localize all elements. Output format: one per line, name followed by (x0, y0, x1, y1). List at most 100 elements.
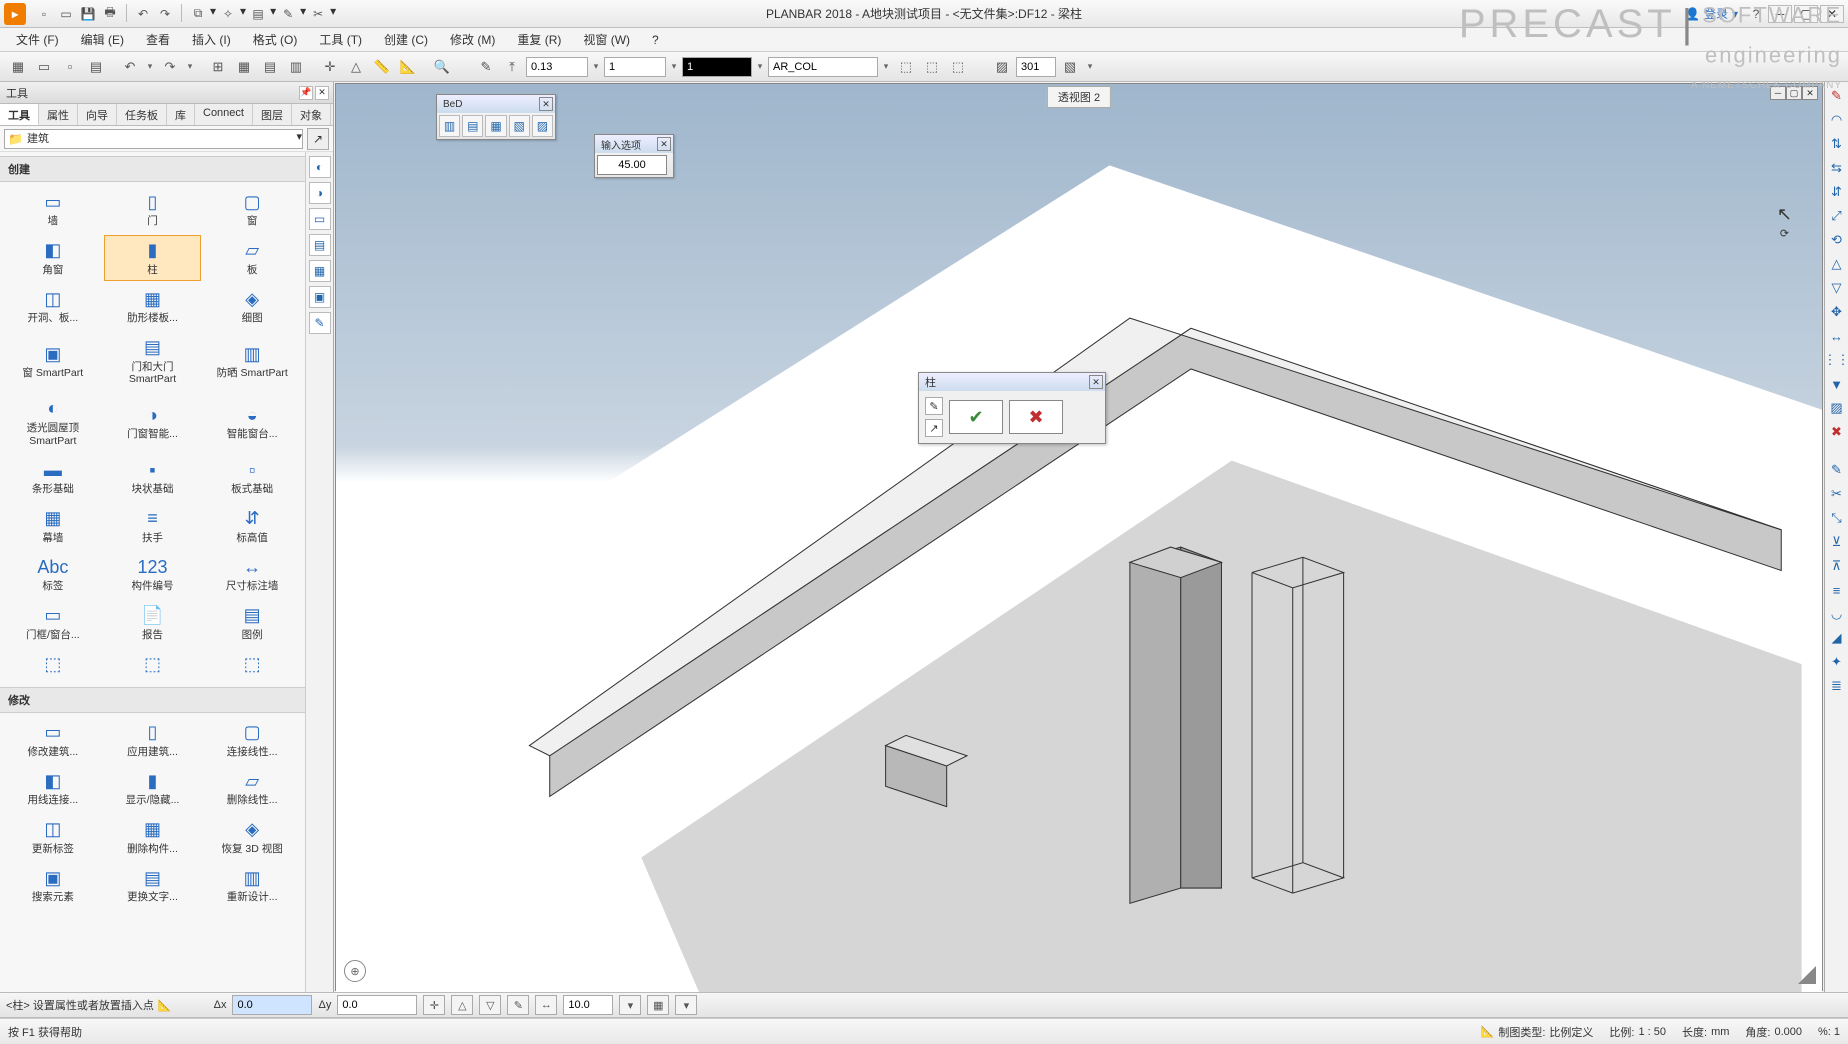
column-dialog-close-icon[interactable]: ✕ (1089, 375, 1103, 389)
qat-paste-icon[interactable]: ✧ (218, 4, 238, 24)
tool-报告[interactable]: 📄报告 (104, 600, 202, 647)
tb-zoom-icon[interactable]: 🔍 (430, 56, 454, 78)
column-dialog-title[interactable]: 柱 ✕ (919, 373, 1105, 391)
qat-dd5[interactable]: ▾ (330, 4, 336, 24)
tb-ruler-icon[interactable]: 📏 (370, 56, 394, 78)
tool-应用建筑...[interactable]: ▯应用建筑... (104, 717, 202, 764)
tb-layerctl3-icon[interactable]: ⬚ (946, 56, 970, 78)
tb-eyedrop-icon[interactable]: ⤒ (500, 56, 524, 78)
tool-细图[interactable]: ◈细图 (203, 283, 301, 330)
bed-btn-4[interactable]: ▧ (509, 115, 530, 137)
menu-tools[interactable]: 工具 (T) (309, 28, 372, 51)
rt-rot-icon[interactable]: ⟲ (1827, 230, 1847, 250)
status-scale[interactable]: 比例: 1 : 50 (1609, 1024, 1666, 1040)
login-button[interactable]: 👤 登录 ▾ (1679, 5, 1744, 22)
tool-开洞、板...[interactable]: ◫开洞、板... (4, 283, 102, 330)
tool-防晒 SmartPart[interactable]: ▥防晒 SmartPart (203, 332, 301, 391)
tool-肋形楼板...[interactable]: ▦肋形楼板... (104, 283, 202, 330)
vp-min-icon[interactable]: ─ (1770, 86, 1786, 100)
menu-create[interactable]: 创建 (C) (374, 28, 438, 51)
tb-undo-dd[interactable]: ▾ (144, 56, 156, 78)
tool-修改建筑...[interactable]: ▭修改建筑... (4, 717, 102, 764)
rt-offset-icon[interactable]: ≡ (1827, 580, 1847, 600)
rt-arc-icon[interactable]: ◠ (1827, 110, 1847, 130)
rt-array-icon[interactable]: ⋮⋮ (1827, 350, 1847, 370)
tb-close-icon[interactable]: ▫ (58, 56, 82, 78)
tb-pen-icon[interactable]: ✎ (474, 56, 498, 78)
color-dd[interactable]: ▾ (754, 56, 766, 78)
tb-undo2-icon[interactable]: ↶ (118, 56, 142, 78)
menu-window[interactable]: 视窗 (W) (573, 28, 640, 51)
tool-标签[interactable]: Abc标签 (4, 551, 102, 598)
qat-copy-icon[interactable]: ⧉ (188, 4, 208, 24)
qat-filter-icon[interactable]: ✎ (278, 4, 298, 24)
tool-连接线性...[interactable]: ▢连接线性... (203, 717, 301, 764)
tool-门框/窗台...[interactable]: ▭门框/窗台... (4, 600, 102, 647)
category-combo[interactable]: 建筑▾ (4, 129, 303, 149)
tool-删除线性...[interactable]: ▱删除线性... (203, 765, 301, 812)
tb-layers-icon[interactable]: ▦ (6, 56, 30, 78)
tab-layers[interactable]: 图层 (253, 104, 292, 125)
rt-edit-icon[interactable]: ✎ (1827, 460, 1847, 480)
float-input-field[interactable] (597, 155, 667, 175)
layer-dd[interactable]: ▾ (880, 56, 892, 78)
tool-搜索元素[interactable]: ▣搜索元素 (4, 862, 102, 909)
side-btn-1[interactable]: ◐ (309, 156, 331, 178)
qat-redo-icon[interactable]: ↷ (155, 4, 175, 24)
tab-task[interactable]: 任务板 (117, 104, 167, 125)
rt-break-icon[interactable]: ⊼ (1827, 556, 1847, 576)
rt-flip-icon[interactable]: ▽ (1827, 278, 1847, 298)
qat-dd2[interactable]: ▾ (240, 4, 246, 24)
side-btn-7[interactable]: ✎ (309, 312, 331, 334)
rt-pen-icon[interactable]: ✎ (1827, 86, 1847, 106)
dlg-edit-icon[interactable]: ✎ (925, 397, 943, 415)
tab-connect[interactable]: Connect (195, 104, 253, 125)
tool-扶手[interactable]: ≡扶手 (104, 503, 202, 550)
tool-块状基础[interactable]: ▪块状基础 (104, 454, 202, 501)
qat-new-icon[interactable]: ▫ (34, 4, 54, 24)
dy-input[interactable] (337, 995, 417, 1015)
float-input-title[interactable]: 输入选项 ✕ (595, 135, 673, 153)
color-field[interactable] (682, 57, 752, 77)
tool-item29[interactable]: ⬚ (203, 649, 301, 683)
rt-extend-icon[interactable]: ⤡ (1827, 508, 1847, 528)
tool-板[interactable]: ▱板 (203, 235, 301, 282)
rt-scale-icon[interactable]: ⤢ (1827, 206, 1847, 226)
rt-stretch-icon[interactable]: ↔ (1827, 326, 1847, 346)
viewport[interactable]: 透视图 2 ─ ▢ ✕ BeD ✕ ▥ ▤ ▦ ▧ ▨ 输入选项 ✕ (335, 83, 1823, 991)
tool-角窗[interactable]: ◧角窗 (4, 235, 102, 282)
side-btn-5[interactable]: ▦ (309, 260, 331, 282)
vp-close-icon[interactable]: ✕ (1802, 86, 1818, 100)
tool-门窗智能...[interactable]: ◑门窗智能... (104, 393, 202, 452)
rt-trim-icon[interactable]: ✂ (1827, 484, 1847, 504)
tool-智能窗台...[interactable]: ◒智能窗台... (203, 393, 301, 452)
ib-angle1-icon[interactable]: △ (451, 995, 473, 1015)
close-button[interactable]: ✕ (1820, 5, 1844, 23)
prompt-angle-icon[interactable]: 📐 (158, 999, 172, 1012)
bed-btn-5[interactable]: ▨ (532, 115, 553, 137)
ib-dd2[interactable]: ▾ (675, 995, 697, 1015)
rt-mirror3-icon[interactable]: ⇵ (1827, 182, 1847, 202)
status-angle[interactable]: 角度: 0.000 (1745, 1024, 1802, 1040)
dlg-cancel-button[interactable]: ✖ (1009, 400, 1063, 434)
app-logo-icon[interactable]: ▸ (4, 3, 26, 25)
tb-test-icon[interactable]: ▤ (84, 56, 108, 78)
menu-format[interactable]: 格式 (O) (243, 28, 308, 51)
dx-input[interactable] (232, 995, 312, 1015)
tb-tile-icon[interactable]: ▤ (258, 56, 282, 78)
status-pct[interactable]: %: 1 (1818, 1026, 1840, 1038)
side-btn-2[interactable]: ◑ (309, 182, 331, 204)
qat-dd4[interactable]: ▾ (300, 4, 306, 24)
tb-angle-icon[interactable]: △ (344, 56, 368, 78)
tb-hatch-icon[interactable]: ▨ (990, 56, 1014, 78)
tool-尺寸标注墙[interactable]: ↔尺寸标注墙 (203, 551, 301, 598)
tool-图例[interactable]: ▤图例 (203, 600, 301, 647)
tool-条形基础[interactable]: ▬条形基础 (4, 454, 102, 501)
dlg-ok-button[interactable]: ✔ (949, 400, 1003, 434)
tb-layerctl1-icon[interactable]: ⬚ (894, 56, 918, 78)
pick-button[interactable]: ↗ (307, 128, 329, 150)
menu-insert[interactable]: 插入 (I) (182, 28, 241, 51)
ib-dd1[interactable]: ▾ (619, 995, 641, 1015)
tool-标高值[interactable]: ⇵标高值 (203, 503, 301, 550)
tb-view-icon[interactable]: ▥ (284, 56, 308, 78)
